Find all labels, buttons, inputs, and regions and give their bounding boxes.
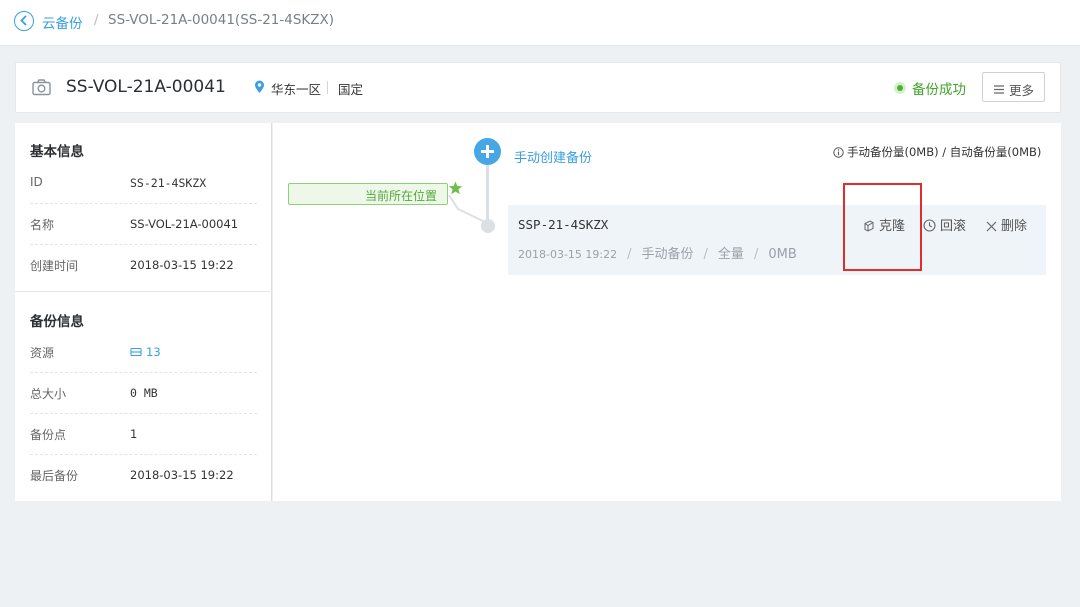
star-icon [448, 181, 463, 198]
info-key: 总大小 [30, 387, 67, 401]
backup-quota: 手动备份量(0MB) / 自动备份量(0MB) [833, 144, 1041, 160]
disk-icon [130, 347, 142, 357]
resource-link[interactable]: 13 [130, 345, 161, 359]
clone-label: 克隆 [879, 219, 906, 234]
meta-separator: / [627, 247, 632, 262]
info-row-points: 备份点 1 [30, 414, 257, 455]
create-manual-backup-link[interactable]: 手动创建备份 [514, 147, 592, 166]
backup-timeline: 手动创建备份 手动备份量(0MB) / 自动备份量(0MB) 当前所在位置 SS… [273, 123, 1061, 501]
volume-header: SS-VOL-21A-00041 华东一区 国定 备份成功 更多 [15, 62, 1061, 113]
mode-label: 国定 [338, 82, 364, 97]
info-row-id: ID SS-21-4SKZX [30, 163, 257, 204]
breadcrumb-cloud-backup-link[interactable]: 云备份 [42, 12, 83, 32]
resource-count: 13 [146, 345, 161, 359]
backup-quota-text: 手动备份量(0MB) / 自动备份量(0MB) [847, 145, 1042, 159]
timeline-node [481, 219, 495, 233]
info-key: 创建时间 [30, 259, 79, 273]
location-pin-icon [254, 80, 265, 97]
back-arrow-icon[interactable] [14, 11, 34, 31]
backup-scope: 全量 [717, 247, 744, 262]
rollback-button[interactable]: 回滚 [923, 215, 966, 234]
rollback-label: 回滚 [940, 219, 967, 234]
info-value: 1 [130, 427, 138, 441]
backup-point-meta: 2018-03-15 19:22 / 手动备份 / 全量 / 0MB [518, 243, 797, 262]
info-key: 资源 [30, 346, 55, 360]
clone-icon [864, 220, 874, 232]
more-button[interactable]: 更多 [982, 72, 1045, 102]
add-backup-icon[interactable] [474, 138, 501, 165]
info-panel: 基本信息 ID SS-21-4SKZX 名称 SS-VOL-21A-00041 … [15, 123, 272, 501]
current-position-tag: 当前所在位置 [288, 183, 448, 205]
info-key: 最后备份 [30, 469, 79, 483]
clone-button[interactable]: 克隆 [863, 215, 905, 234]
backup-date: 2018-03-15 19:22 [518, 248, 618, 261]
info-row-last-backup: 最后备份 2018-03-15 19:22 [30, 455, 257, 496]
page-title: SS-VOL-21A-00041 [66, 77, 226, 97]
info-value: SS-VOL-21A-00041 [130, 217, 239, 231]
info-icon [833, 147, 844, 158]
info-value: 2018-03-15 19:22 [130, 468, 234, 482]
basic-info-title: 基本信息 [30, 144, 84, 160]
timeline-line [486, 165, 489, 219]
meta-separator: / [703, 247, 708, 262]
status-badge: 备份成功 [912, 82, 966, 98]
delete-button[interactable]: 删除 [986, 215, 1027, 234]
info-key: ID [30, 175, 43, 189]
meta-separator: / [753, 247, 759, 262]
backup-point-name: SSP-21-4SKZX [518, 217, 609, 232]
info-row-created: 创建时间 2018-03-15 19:22 [30, 245, 257, 286]
current-position-label: 当前所在位置 [364, 189, 437, 203]
backup-type: 手动备份 [641, 247, 694, 262]
backup-size: 0MB [768, 247, 797, 262]
breadcrumb-separator: / [94, 12, 99, 28]
info-row-name: 名称 SS-VOL-21A-00041 [30, 204, 257, 245]
info-row-resource: 资源 13 [30, 332, 257, 373]
breadcrumb-current: SS-VOL-21A-00041(SS-21-4SKZX) [108, 12, 335, 28]
info-value: SS-21-4SKZX [130, 176, 207, 190]
zone-label: 华东一区 [271, 82, 322, 97]
top-bar: 云备份 / SS-VOL-21A-00041(SS-21-4SKZX) [0, 0, 1080, 46]
info-value: 0 MB [130, 386, 158, 400]
menu-icon [994, 83, 1004, 97]
clock-icon [923, 219, 936, 232]
section-divider [15, 291, 272, 292]
info-row-size: 总大小 0 MB [30, 373, 257, 414]
backup-info-title: 备份信息 [30, 314, 84, 330]
backup-point-item[interactable]: SSP-21-4SKZX 2018-03-15 19:22 / 手动备份 / 全量 / 0M… [508, 205, 1046, 275]
divider [327, 81, 328, 94]
info-key: 名称 [30, 218, 55, 232]
more-button-label: 更多 [1009, 83, 1035, 98]
close-icon [986, 221, 997, 232]
camera-icon [32, 79, 51, 99]
delete-label: 删除 [1001, 219, 1028, 234]
info-key: 备份点 [30, 428, 67, 442]
status-dot-icon [894, 82, 906, 94]
info-value: 2018-03-15 19:22 [130, 258, 234, 272]
